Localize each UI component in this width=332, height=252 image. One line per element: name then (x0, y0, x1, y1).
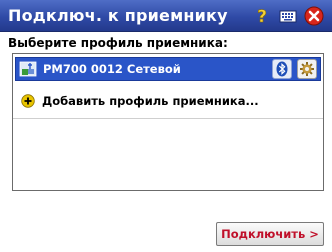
connect-button[interactable]: Подключить > (216, 222, 324, 246)
receiver-profile-list[interactable]: PM700 0012 Сетевой Добавить профиль прие… (12, 53, 324, 191)
receiver-icon (19, 60, 37, 78)
plus-icon (21, 93, 35, 108)
help-icon[interactable]: ? (252, 6, 272, 28)
select-profile-prompt: Выберите профиль приемника: (8, 36, 228, 50)
profile-label: PM700 0012 Сетевой (43, 62, 181, 76)
close-icon[interactable] (304, 6, 324, 26)
bluetooth-icon[interactable] (272, 59, 292, 79)
settings-icon[interactable] (297, 59, 317, 79)
keyboard-icon[interactable] (278, 6, 298, 26)
profile-row-selected[interactable]: PM700 0012 Сетевой (15, 57, 321, 81)
window-title: Подключ. к приемнику (8, 6, 228, 25)
add-profile-label: Добавить профиль приемника... (42, 94, 259, 108)
title-bar: Подключ. к приемнику ? (0, 0, 332, 32)
add-profile-item[interactable]: Добавить профиль приемника... (15, 90, 321, 112)
svg-text:?: ? (257, 7, 267, 26)
list-divider (13, 118, 323, 119)
